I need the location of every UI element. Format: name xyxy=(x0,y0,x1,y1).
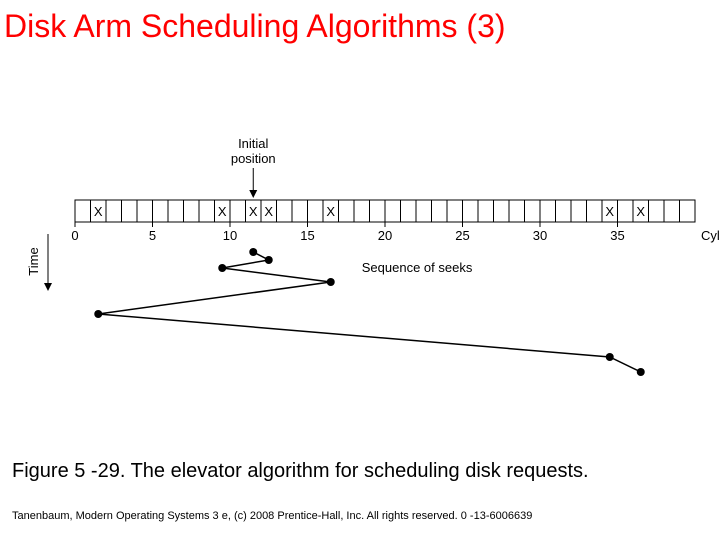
initial-position-label: Initial xyxy=(238,136,268,151)
figure-caption: Figure 5 -29. The elevator algorithm for… xyxy=(12,460,589,483)
request-marker: X xyxy=(636,204,645,219)
time-axis-label: Time xyxy=(26,247,41,275)
request-marker: X xyxy=(94,204,103,219)
axis-tick-label: 15 xyxy=(300,228,314,243)
axis-tick-label: 35 xyxy=(610,228,624,243)
diagram-svg: InitialpositionXXXXXXX05101520253035Cyli… xyxy=(0,130,720,410)
diagram-container: InitialpositionXXXXXXX05101520253035Cyli… xyxy=(0,130,720,410)
axis-tick-label: 20 xyxy=(378,228,392,243)
axis-label: Cylinder xyxy=(701,228,720,243)
axis-tick-label: 5 xyxy=(149,228,156,243)
seek-label: Sequence of seeks xyxy=(362,260,473,275)
request-marker: X xyxy=(218,204,227,219)
copyright-credit: Tanenbaum, Modern Operating Systems 3 e,… xyxy=(12,510,532,522)
axis-tick-label: 0 xyxy=(71,228,78,243)
page-title: Disk Arm Scheduling Algorithms (3) xyxy=(0,0,720,45)
request-marker: X xyxy=(326,204,335,219)
axis-tick-label: 10 xyxy=(223,228,237,243)
arrowhead-icon xyxy=(249,190,257,198)
request-marker: X xyxy=(264,204,273,219)
axis-tick-label: 30 xyxy=(533,228,547,243)
initial-position-label2: position xyxy=(231,151,276,166)
time-arrowhead-icon xyxy=(44,283,52,291)
axis-tick-label: 25 xyxy=(455,228,469,243)
request-marker: X xyxy=(249,204,258,219)
request-marker: X xyxy=(605,204,614,219)
